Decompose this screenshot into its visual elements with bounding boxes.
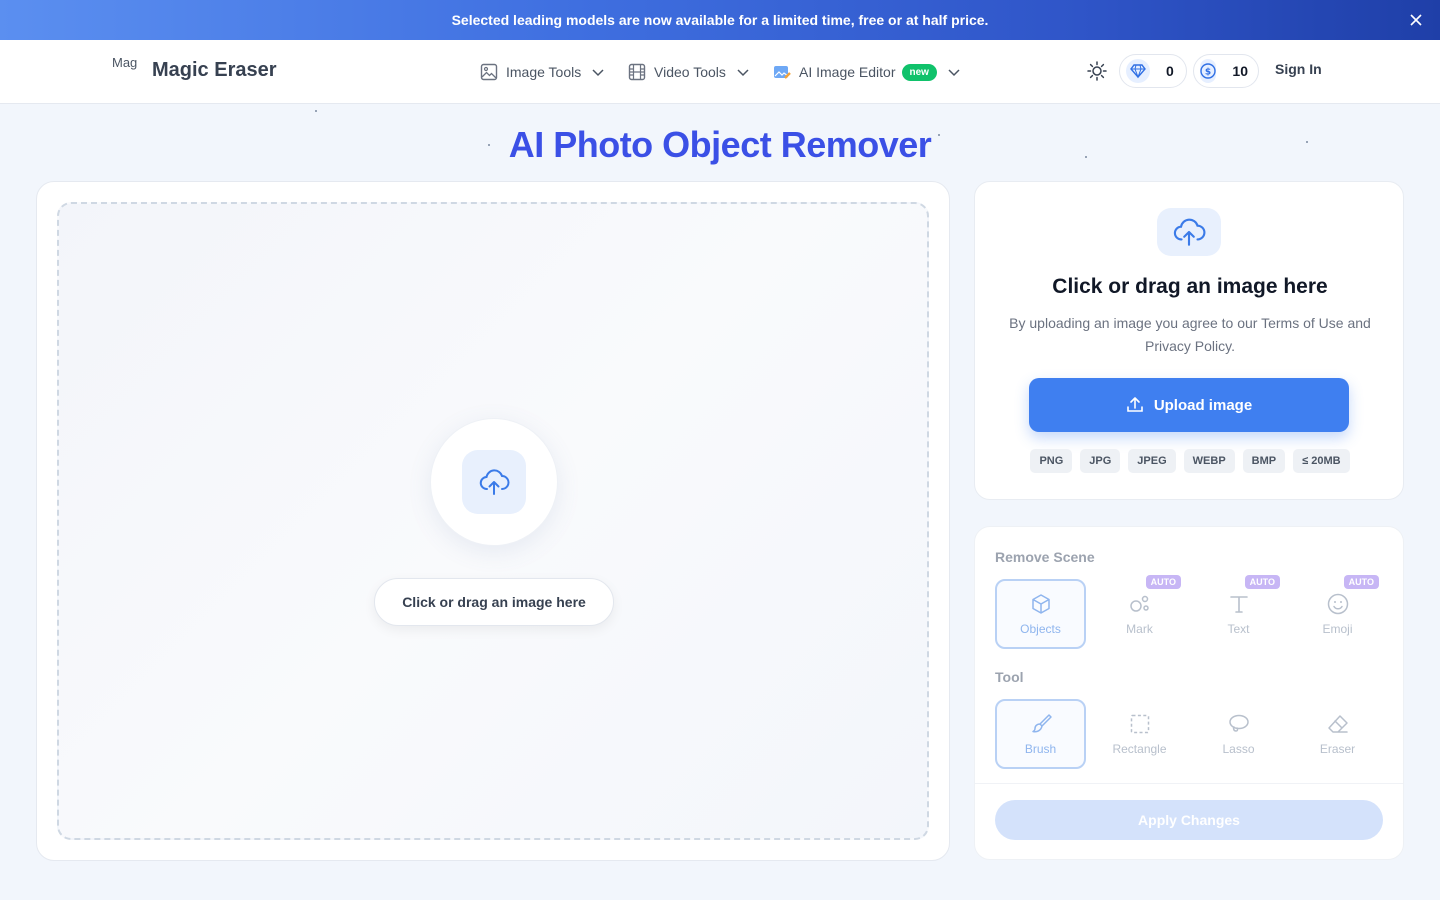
logo-text[interactable]: Magic Eraser [152, 59, 277, 82]
sun-icon[interactable] [1086, 60, 1108, 82]
brush-icon [1029, 712, 1053, 736]
cloud-upload-icon [1157, 208, 1221, 256]
format-badge: PNG [1030, 449, 1073, 473]
cloud-upload-icon [462, 450, 526, 514]
mark-icon [1128, 592, 1152, 616]
format-badge: BMP [1242, 449, 1286, 473]
auto-badge: AUTO [1244, 575, 1280, 589]
nav-video-tools-label: Video Tools [654, 64, 726, 80]
dropzone-icon-circle [430, 418, 558, 546]
eraser-icon [1326, 712, 1350, 736]
tool-lasso[interactable]: Lasso [1193, 699, 1284, 769]
canvas-card: Click or drag an image here [36, 181, 950, 861]
coins-count: 10 [1232, 63, 1248, 79]
emoji-icon [1326, 592, 1350, 616]
auto-badge: AUTO [1343, 575, 1379, 589]
apply-changes-button[interactable]: Apply Changes [995, 800, 1383, 840]
film-icon [628, 63, 646, 81]
tool-eraser-label: Eraser [1319, 742, 1356, 756]
promo-banner-text: Selected leading models are now availabl… [451, 12, 989, 28]
new-badge: new [901, 63, 937, 81]
page-title: AI Photo Object Remover [508, 124, 932, 165]
chevron-down-icon [947, 65, 961, 79]
lasso-icon [1227, 712, 1251, 736]
format-badge: WEBP [1183, 449, 1235, 473]
tools-card: Remove Scene Objects AUTO Mark AUTO Text… [974, 526, 1404, 860]
scene-emoji-label: Emoji [1322, 622, 1353, 636]
text-icon [1227, 592, 1251, 616]
auto-badge: AUTO [1145, 575, 1181, 589]
remove-scene-title: Remove Scene [995, 549, 1095, 565]
upload-icon [1126, 396, 1144, 414]
scene-emoji[interactable]: AUTO Emoji [1292, 575, 1383, 649]
scene-text-label: Text [1227, 622, 1250, 636]
tool-rectangle[interactable]: Rectangle [1094, 699, 1185, 769]
scene-objects-label: Objects [1020, 622, 1061, 636]
scene-objects[interactable]: Objects [995, 579, 1086, 649]
gems-balance[interactable]: 0 [1119, 54, 1187, 88]
promo-banner: Selected leading models are now availabl… [0, 0, 1440, 40]
scene-text[interactable]: AUTO Text [1193, 575, 1284, 649]
scene-mark[interactable]: AUTO Mark [1094, 575, 1185, 649]
upload-image-label: Upload image [1153, 396, 1253, 414]
nav-image-tools[interactable]: Image Tools [480, 60, 605, 84]
scene-mark-label: Mark [1126, 622, 1153, 636]
tool-lasso-label: Lasso [1222, 742, 1255, 756]
tool-eraser[interactable]: Eraser [1292, 699, 1383, 769]
upload-title: Click or drag an image here [1052, 275, 1328, 298]
chevron-down-icon [736, 65, 750, 79]
gems-count: 0 [1166, 63, 1174, 79]
tool-brush[interactable]: Brush [995, 699, 1086, 769]
size-limit-badge: ≤ 20MB [1293, 449, 1350, 473]
tool-title: Tool [995, 669, 1024, 685]
logo-image[interactable]: Mag [112, 56, 144, 88]
sign-in-link[interactable]: Sign In [1275, 61, 1322, 77]
upload-image-button[interactable]: Upload image [1029, 378, 1349, 432]
chevron-down-icon [591, 65, 605, 79]
nav-ai-image-editor[interactable]: AI Image Editor new [773, 60, 961, 84]
coin-icon: $ [1200, 59, 1217, 83]
image-icon [480, 63, 498, 81]
coins-balance[interactable]: $ 10 [1193, 54, 1259, 88]
tool-rectangle-label: Rectangle [1112, 742, 1167, 756]
apply-section: Apply Changes [975, 783, 1403, 859]
format-list: PNG JPG JPEG WEBP BMP ≤ 20MB [975, 449, 1405, 473]
nav-image-tools-label: Image Tools [506, 64, 582, 80]
nav-video-tools[interactable]: Video Tools [628, 60, 750, 84]
close-icon[interactable] [1406, 10, 1426, 30]
nav-ai-image-editor-label: AI Image Editor [799, 64, 896, 80]
upload-terms-text: By uploading an image you agree to our T… [1009, 315, 1371, 354]
cube-icon [1029, 592, 1053, 616]
image-edit-icon [773, 63, 791, 81]
upload-card: Click or drag an image here By uploading… [974, 181, 1404, 500]
svg-text:$: $ [1205, 68, 1211, 78]
diamond-icon [1126, 59, 1150, 83]
rectangle-select-icon [1128, 712, 1152, 736]
dropzone-button[interactable]: Click or drag an image here [374, 578, 614, 626]
tool-brush-label: Brush [1024, 742, 1057, 756]
format-badge: JPG [1080, 449, 1121, 473]
image-dropzone[interactable]: Click or drag an image here [57, 202, 929, 840]
decor-dot [315, 110, 317, 112]
format-badge: JPEG [1128, 449, 1176, 473]
